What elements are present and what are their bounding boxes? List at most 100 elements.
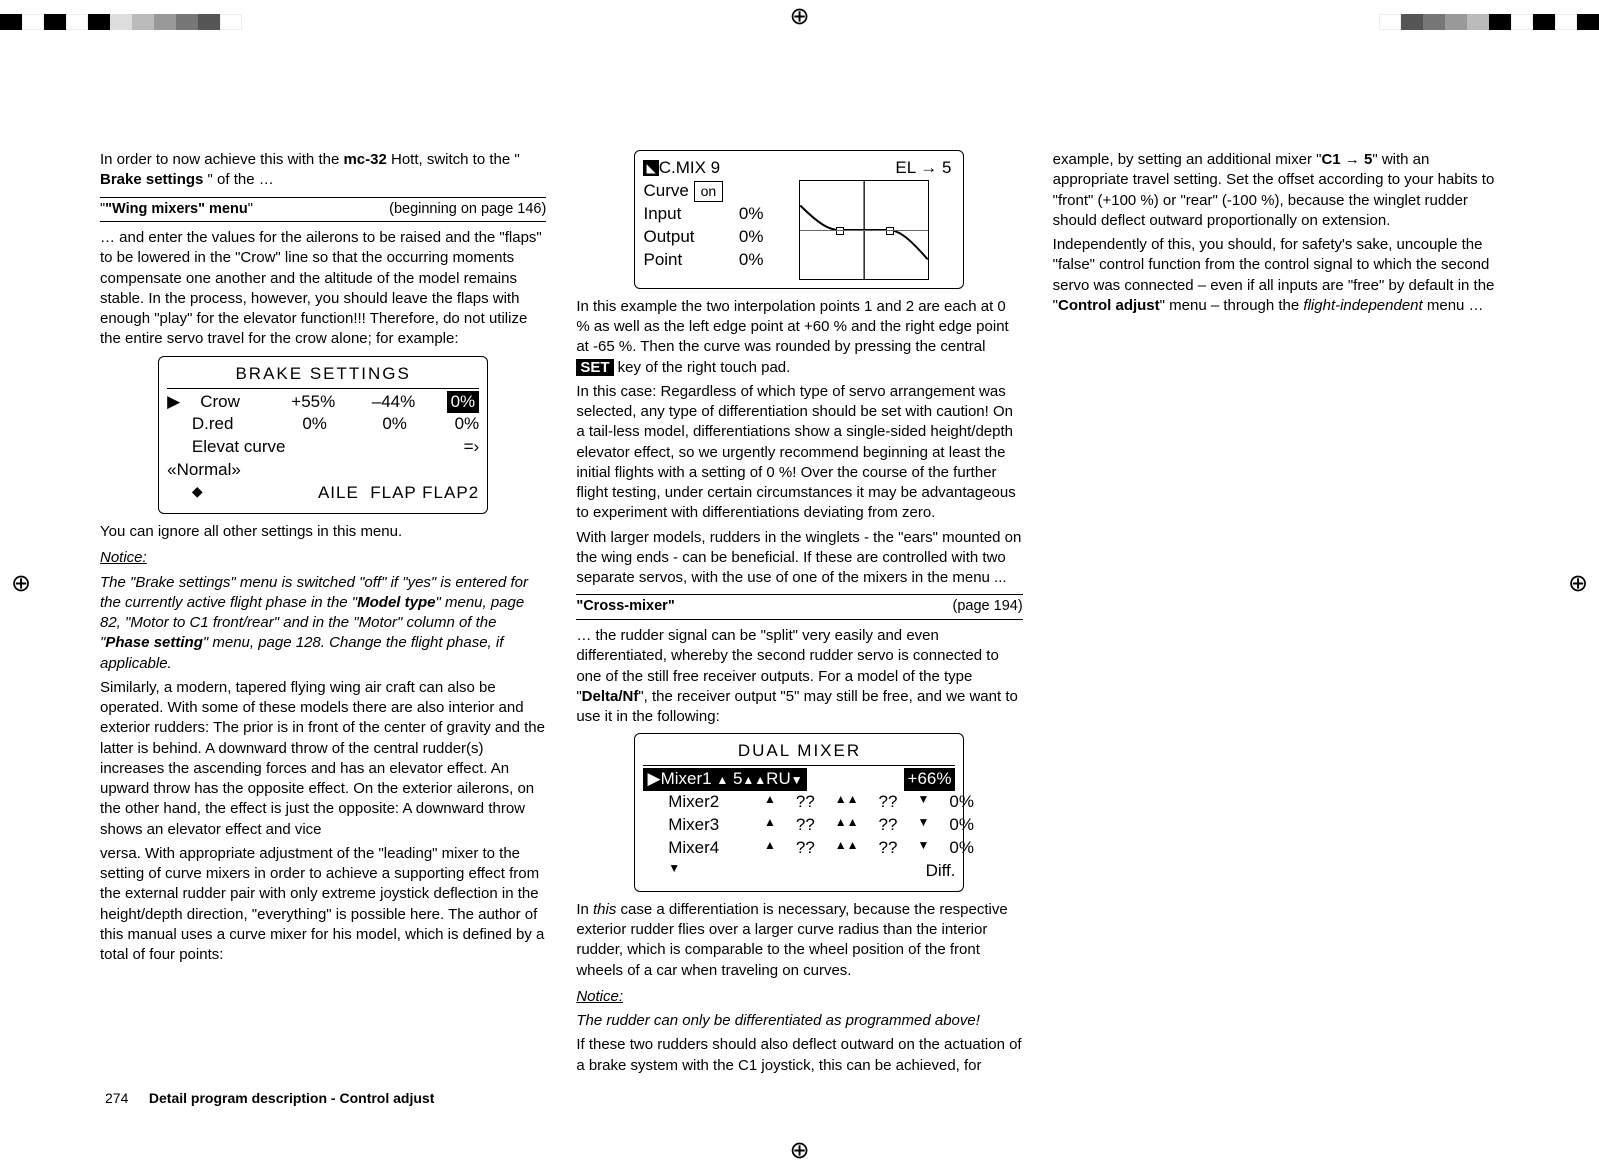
similarly-para: Similarly, a modern, tapered flying wing… [100, 678, 546, 840]
delta-nf-label: Delta/Nf [582, 688, 639, 705]
val: 0% [739, 226, 764, 249]
diff-label: Diff. [926, 860, 956, 883]
val: 0% [739, 203, 764, 226]
val: 0% [739, 249, 764, 272]
curve-line-icon [800, 181, 928, 279]
lcd-row-mixer4: Mixer4 ▲??▲▲??▼0% [643, 837, 955, 860]
curve-icon: ◣ [643, 160, 658, 176]
to: ?? [879, 814, 898, 837]
lcd-row-footer: ◆AILE FLAP FLAP2 [167, 482, 479, 505]
text: ", the receiver output "5" may still be … [576, 688, 1018, 725]
cross-mixer-header: "Cross-mixer" (page 194) [576, 594, 1022, 620]
text: case a differentiation is necessary, bec… [576, 901, 1007, 979]
lcd-title-right: EL → 5 [799, 157, 955, 180]
to: RU [766, 769, 791, 788]
text: In order to now achieve this with the [100, 151, 343, 168]
after-brake: You can ignore all other settings in thi… [100, 522, 546, 542]
lcd-header-row: ◣C.MIX 9 [643, 157, 799, 180]
lcd-row-mixer2: Mixer2 ▲??▲▲??▼0% [643, 791, 955, 814]
header-title: "Cross-mixer" [576, 597, 674, 617]
text: key of the right touch pad. [614, 359, 791, 376]
register-mark-icon: ⊕ [789, 6, 811, 28]
control-adjust-label: Control adjust [1058, 297, 1160, 314]
lcd-row-mixer3: Mixer3 ▲??▲▲??▼0% [643, 814, 955, 837]
header-page: (beginning on page 146) [389, 200, 546, 220]
notice-heading: Notice: [100, 548, 546, 568]
notice-body: The "Brake settings" menu is switched "o… [100, 573, 546, 674]
intro-para: In order to now achieve this with the mc… [100, 150, 546, 191]
text: Hott, switch to the " [391, 151, 520, 168]
lcd-row-phase: «Normal» [167, 459, 479, 482]
dual-mixer-lcd: DUAL MIXER ▶Mixer1 ▲ 5▲▲RU▼+66% Mixer2 ▲… [634, 733, 964, 892]
text: In this example the two interpolation po… [576, 298, 1008, 356]
val: 0% [429, 413, 479, 436]
from: 5 [733, 769, 742, 788]
lcd-point-row: Point 0% [643, 249, 763, 272]
page-number: 274 [105, 1089, 145, 1108]
bar-right [1379, 14, 1599, 30]
val: 0% [949, 814, 974, 837]
lcd-row-elevat: Elevat curve=› [167, 436, 479, 459]
phase-setting-label: Phase setting [105, 634, 203, 651]
register-mark-icon: ⊕ [789, 1140, 811, 1162]
brake-settings-label: Brake settings [100, 171, 203, 188]
lcd-row-crow: ▶Crow +55% –44% 0% [167, 391, 479, 414]
label: Input [643, 203, 681, 226]
val: 0% [267, 413, 327, 436]
model-type-label: Model type [357, 594, 435, 611]
lcd-row-diff: ▼Diff. [643, 860, 955, 883]
label: Mixer3 [668, 814, 719, 837]
label: Mixer2 [668, 791, 719, 814]
lcd-input-row: Input 0% [643, 203, 763, 226]
cross-para: … the rudder signal can be "split" very … [576, 626, 1022, 727]
text: menu … [1423, 297, 1484, 314]
wing-mixers-header: ""Wing mixers" menu" (beginning on page … [100, 197, 546, 223]
from: ?? [796, 791, 815, 814]
wing-para: … and enter the values for the ailerons … [100, 228, 546, 350]
bar-left [0, 14, 242, 30]
to: ?? [879, 837, 898, 860]
lcd-output-row: Output 0% [643, 226, 763, 249]
val: 0% [949, 791, 974, 814]
val: –44% [355, 391, 415, 414]
indep-para: Independently of this, you should, for s… [1053, 235, 1499, 316]
label: Mixer4 [668, 837, 719, 860]
row-label: D.red [192, 413, 247, 436]
versa-para: versa. With appropriate adjustment of th… [100, 844, 546, 966]
curve-graph [799, 180, 929, 280]
footer-title: Detail program description - Control adj… [149, 1090, 434, 1106]
text: In [576, 901, 593, 918]
brake-settings-lcd: BRAKE SETTINGS ▶Crow +55% –44% 0% D.red … [158, 356, 488, 515]
to: ?? [879, 791, 898, 814]
row-label: Crow [200, 391, 255, 414]
mc32-label: mc-32 [343, 151, 386, 168]
text: " menu – through the [1160, 297, 1304, 314]
wing-mixers-title: "Wing mixers" menu [105, 201, 248, 217]
lcd-title: BRAKE SETTINGS [167, 363, 479, 386]
label: Curve [643, 181, 688, 200]
register-mark-icon: ⊕ [10, 573, 32, 595]
val: +66% [904, 768, 956, 791]
column-labels: AILE FLAP FLAP2 [318, 482, 479, 505]
flight-independent-label: flight-independent [1303, 297, 1422, 314]
curve-point-marker [836, 227, 844, 235]
case1-para: In this case: Regardless of which type o… [576, 382, 1022, 524]
notice-heading: Notice: [576, 987, 1022, 1007]
label: Output [643, 226, 694, 249]
this-case-para: In this case a differentiation is necess… [576, 900, 1022, 981]
label: Mixer1 [661, 769, 712, 788]
header-page: (page 194) [953, 597, 1023, 617]
c1-5-label: C1 → 5 [1321, 151, 1372, 168]
notice-body: The rudder can only be differentiated as… [576, 1011, 1022, 1031]
text: " of the … [208, 171, 274, 188]
label: Point [643, 249, 682, 272]
val: 0% [347, 413, 407, 436]
case2-para: With larger models, rudders in the wingl… [576, 528, 1022, 589]
curve-mixer-lcd: ◣C.MIX 9 Curve on Input0% Output0% Point… [634, 150, 964, 289]
lcd-title-left: C.MIX 9 [659, 158, 720, 177]
val-selected: 0% [447, 391, 480, 414]
lcd-row-mixer1: ▶Mixer1 ▲ 5▲▲RU▼+66% [643, 768, 955, 791]
row-label: Elevat curve [192, 436, 286, 459]
header-title: ""Wing mixers" menu" [100, 200, 253, 220]
val: 0% [949, 837, 974, 860]
